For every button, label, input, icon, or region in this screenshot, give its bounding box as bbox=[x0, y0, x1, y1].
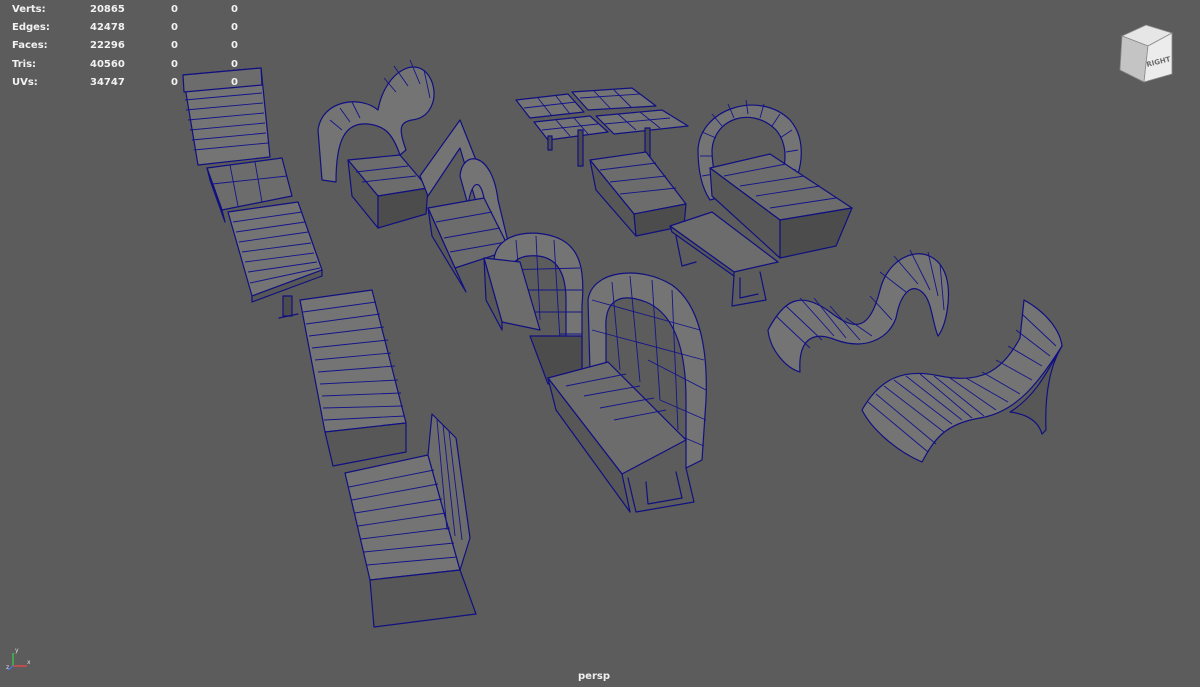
hud-components: 0 bbox=[231, 76, 238, 88]
lounger-model-2[interactable] bbox=[299, 289, 407, 467]
hud-total: 40560 bbox=[90, 58, 125, 70]
hud-components: 0 bbox=[231, 4, 238, 15]
hud-selected: 0 bbox=[171, 76, 178, 88]
hud-row-tris: Tris: 40560 0 0 bbox=[12, 56, 252, 74]
hud-total: 22296 bbox=[90, 40, 125, 52]
hud-total: 34747 bbox=[90, 76, 125, 88]
camera-name-label: persp bbox=[578, 671, 610, 682]
hud-selected: 0 bbox=[171, 40, 178, 52]
ring-table-model-1[interactable] bbox=[669, 99, 853, 307]
view-cube[interactable]: RIGHT bbox=[1114, 22, 1180, 88]
hud-label: Faces: bbox=[12, 40, 48, 52]
arch-seat-model-1[interactable] bbox=[317, 59, 435, 229]
axis-z-label: z bbox=[6, 664, 9, 671]
arch-bench-model-2[interactable] bbox=[483, 232, 584, 385]
hud-selected: 0 bbox=[171, 58, 178, 70]
hud-label: UVs: bbox=[12, 76, 38, 88]
hud-label: Tris: bbox=[12, 58, 37, 70]
lounger-model-1[interactable] bbox=[182, 67, 323, 319]
viewport-3d[interactable] bbox=[0, 0, 1200, 687]
table-model-1[interactable] bbox=[515, 87, 689, 167]
poly-count-hud: Verts: 20865 0 0 Edges: 42478 0 0 Faces:… bbox=[12, 1, 252, 92]
hud-total: 42478 bbox=[90, 22, 125, 34]
bench-model-1[interactable] bbox=[589, 151, 687, 237]
hud-components: 0 bbox=[231, 40, 238, 52]
hud-components: 0 bbox=[231, 58, 238, 70]
axis-gizmo: y x z bbox=[6, 647, 31, 671]
hud-components: 0 bbox=[231, 22, 238, 34]
hud-label: Edges: bbox=[12, 22, 50, 34]
hud-row-faces: Faces: 22296 0 0 bbox=[12, 37, 252, 55]
hud-row-edges: Edges: 42478 0 0 bbox=[12, 19, 252, 37]
wave-seat-model-1[interactable] bbox=[767, 249, 949, 373]
hud-label: Verts: bbox=[12, 4, 46, 15]
hud-row-verts: Verts: 20865 0 0 bbox=[12, 1, 252, 19]
axis-y-label: y bbox=[15, 647, 19, 654]
hud-row-uvs: UVs: 34747 0 0 bbox=[12, 74, 252, 92]
hud-selected: 0 bbox=[171, 22, 178, 34]
axis-x-label: x bbox=[27, 659, 31, 666]
hud-total: 20865 bbox=[90, 4, 125, 15]
hud-selected: 0 bbox=[171, 4, 178, 15]
